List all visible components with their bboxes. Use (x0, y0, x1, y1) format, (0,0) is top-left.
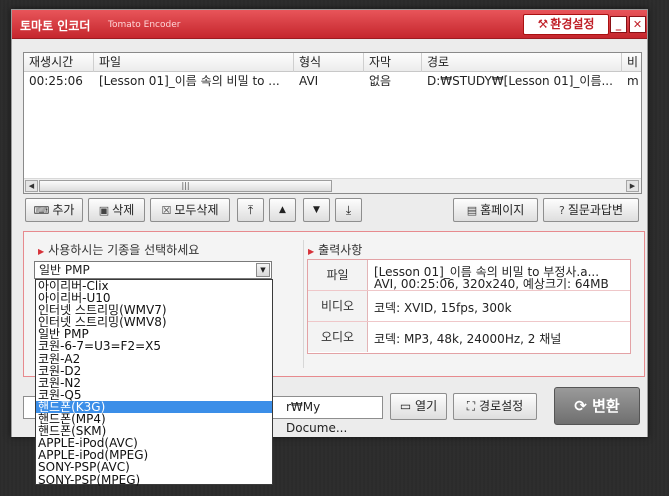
path-settings-button[interactable]: ⛶ 경로설정 (453, 393, 537, 420)
delete-button[interactable]: ▣ 삭제 (88, 198, 145, 222)
question-icon: ? (558, 204, 565, 217)
audio-value: 코덱: MP3, 48k, 24000Hz, 2 채널 (374, 332, 562, 346)
dropdown-option[interactable]: 코원-6-7=U3=F2=X5 (36, 340, 272, 352)
table-row[interactable]: 00:25:06 [Lesson 01]_이름 속의 비밀 to ... AVI… (24, 73, 641, 90)
dropdown-option[interactable]: 핸드폰(MP4) (36, 413, 272, 425)
app-subtitle: Tomato Encoder (108, 20, 181, 30)
path-icon: ⛶ (466, 399, 476, 413)
horizontal-scrollbar[interactable]: ◀ ||| ▶ (24, 178, 641, 193)
dropdown-option[interactable]: SONY-PSP(AVC) (36, 461, 272, 473)
dropdown-option[interactable]: 코원-Q5 (36, 389, 272, 401)
dropdown-option-highlighted[interactable]: 핸드폰(K3G) (36, 400, 272, 414)
dropdown-option[interactable]: 코원-A2 (36, 353, 272, 365)
minimize-button[interactable]: _ (610, 16, 627, 33)
scrollbar-thumb[interactable]: ||| (39, 180, 332, 192)
dropdown-option[interactable]: 핸드폰(SKM) (36, 425, 272, 437)
convert-label: 변환 (592, 397, 620, 415)
app-title: 토마토 인코더 (20, 19, 91, 33)
file-label: 파일 (308, 260, 368, 290)
dropdown-option[interactable]: 인터넷 스트리밍(WMV7) (36, 304, 272, 316)
refresh-icon: ⟳ (574, 397, 587, 415)
column-header-duration[interactable]: 재생시간 (24, 53, 94, 72)
file-line-2: AVI, 00:25:06, 320x240, 예상크기: 64MB (374, 277, 609, 291)
device-dropdown-list[interactable]: 아이리버-Clix 아이리버-U10 인터넷 스트리밍(WMV7) 인터넷 스트… (35, 279, 273, 486)
dropdown-option[interactable]: 아이리버-U10 (36, 292, 272, 304)
delete-all-button[interactable]: ☒ 모두삭제 (150, 198, 230, 222)
output-row-audio: 오디오 코덱: MP3, 48k, 24000Hz, 2 채널 (308, 322, 630, 353)
cell-format: AVI (299, 74, 319, 88)
dropdown-option[interactable]: 코원-N2 (36, 377, 272, 389)
faq-button[interactable]: ? 질문과답변 (543, 198, 639, 222)
column-header-path[interactable]: 경로 (422, 53, 622, 72)
dropdown-option[interactable]: 코원-D2 (36, 365, 272, 377)
keyboard-icon: ⌨ (33, 204, 50, 217)
path-settings-label: 경로설정 (479, 399, 524, 413)
homepage-button[interactable]: ▤ 홈페이지 (453, 198, 538, 222)
dropdown-option[interactable]: 인터넷 스트리밍(WMV8) (36, 316, 272, 328)
settings-label: 환경설정 (550, 17, 595, 31)
dropdown-option[interactable]: 아이리버-Clix (36, 280, 272, 292)
list-header: 재생시간 파일 형식 자막 경로 비 (24, 53, 641, 72)
delete-icon: ▣ (98, 204, 110, 217)
device-section-label: ▶ 사용하시는 기종을 선택하세요 (38, 241, 199, 258)
dropdown-option[interactable]: 일반 PMP (36, 328, 272, 340)
column-header-subtitle[interactable]: 자막 (364, 53, 422, 72)
bullet-icon: ▶ (308, 247, 315, 256)
bullet-icon: ▶ (38, 247, 45, 256)
scroll-left-icon[interactable]: ◀ (25, 180, 38, 192)
cell-subtitle: 없음 (369, 74, 392, 88)
folder-icon: ▭ (399, 399, 412, 413)
settings-button[interactable]: ⚒ 환경설정 (523, 14, 609, 35)
dropdown-option[interactable]: SONY-PSP(MPEG) (36, 474, 272, 486)
cell-extra: m (627, 74, 639, 88)
clear-icon: ☒ (161, 204, 172, 217)
file-list[interactable]: 재생시간 파일 형식 자막 경로 비 00:25:06 [Lesson 01]_… (23, 52, 642, 194)
move-down-button[interactable]: ▼ (303, 198, 330, 222)
cell-path: D:₩STUDY₩[Lesson 01]_이름... (427, 74, 613, 88)
close-button[interactable]: ✕ (629, 16, 646, 33)
output-row-file: 파일 [Lesson 01]_이름 속의 비밀 to 부정사.a... AVI,… (308, 260, 630, 291)
video-label: 비디오 (308, 291, 368, 321)
video-value: 코덱: XVID, 15fps, 300k (374, 301, 512, 315)
convert-button[interactable]: ⟳ 변환 (554, 387, 640, 425)
scroll-right-icon[interactable]: ▶ (626, 180, 639, 192)
panel-divider (303, 240, 304, 368)
dropdown-option[interactable]: APPLE-iPod(MPEG) (36, 449, 272, 461)
output-row-video: 비디오 코덱: XVID, 15fps, 300k (308, 291, 630, 322)
move-bottom-button[interactable]: ⤓ (335, 198, 362, 222)
open-label: 열기 (415, 399, 438, 413)
dropdown-option[interactable]: APPLE-iPod(AVC) (36, 437, 272, 449)
title-bar: 토마토 인코더 Tomato Encoder ⚒ 환경설정 _ ✕ (12, 10, 647, 39)
column-header-file[interactable]: 파일 (94, 53, 294, 72)
homepage-label: 홈페이지 (480, 203, 525, 217)
move-top-button[interactable]: ⤒ (237, 198, 264, 222)
output-section-label: ▶ 출력사항 (308, 241, 362, 258)
output-label-text: 출력사항 (318, 243, 363, 257)
chevron-down-icon[interactable]: ▼ (256, 263, 270, 277)
document-icon: ▤ (466, 204, 478, 217)
column-header-format[interactable]: 형식 (294, 53, 364, 72)
cell-duration: 00:25:06 (29, 74, 83, 88)
device-label-text: 사용하시는 기종을 선택하세요 (48, 243, 200, 257)
delete-label: 삭제 (112, 203, 135, 217)
move-up-button[interactable]: ▲ (269, 198, 296, 222)
delete-all-label: 모두삭제 (174, 203, 219, 217)
faq-label: 질문과답변 (567, 203, 624, 217)
add-label: 추가 (52, 203, 75, 217)
open-button[interactable]: ▭ 열기 (390, 393, 447, 420)
column-header-extra[interactable]: 비 (622, 53, 641, 72)
device-selected-value: 일반 PMP (39, 263, 90, 277)
cell-file: [Lesson 01]_이름 속의 비밀 to ... (99, 74, 280, 88)
add-button[interactable]: ⌨ 추가 (25, 198, 83, 222)
wrench-icon: ⚒ (537, 17, 549, 31)
output-path-text: r₩My Docume... (286, 400, 348, 435)
output-info-table: 파일 [Lesson 01]_이름 속의 비밀 to 부정사.a... AVI,… (307, 259, 631, 354)
device-select[interactable]: 일반 PMP ▼ (34, 261, 272, 279)
audio-label: 오디오 (308, 322, 368, 352)
